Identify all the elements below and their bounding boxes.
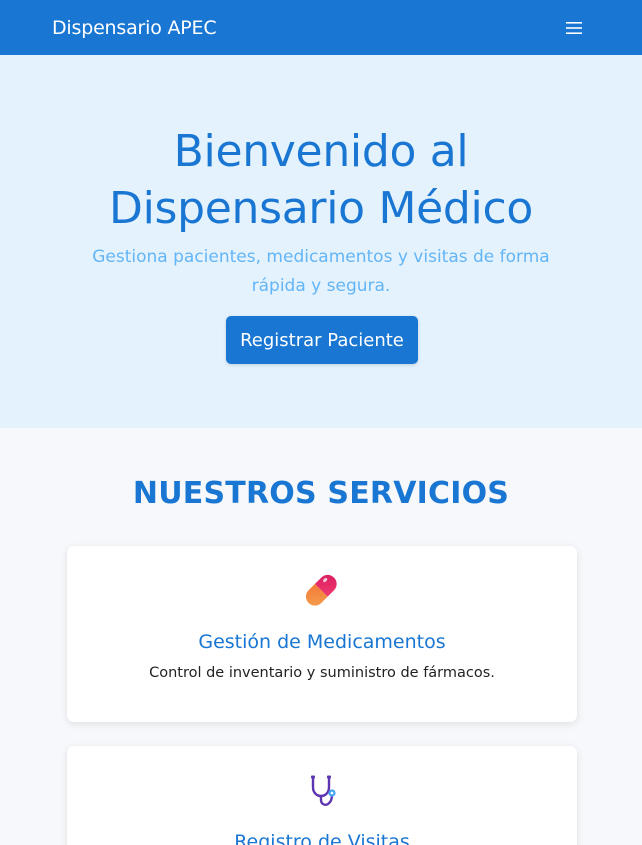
services-heading: NUESTROS SERVICIOS bbox=[132, 476, 510, 511]
service-card-title: Gestión de Medicamentos bbox=[198, 631, 446, 653]
hero-subtitle: Gestiona pacientes, medicamentos y visit… bbox=[92, 247, 550, 296]
register-patient-button[interactable]: Registrar Paciente bbox=[226, 316, 418, 364]
service-card-title: Registro de Visitas bbox=[234, 831, 410, 845]
hero-section: Bienvenido al Dispensario Médico Gestion… bbox=[0, 55, 642, 428]
hero-title-line1: Bienvenido al bbox=[173, 126, 469, 177]
service-card-description: Control de inventario y suministro de fá… bbox=[149, 665, 495, 681]
service-card-visits: Registro de Visitas bbox=[67, 746, 577, 845]
hamburger-menu-icon[interactable] bbox=[562, 16, 586, 40]
stethoscope-icon bbox=[304, 773, 340, 809]
hero-title-line2: Dispensario Médico bbox=[109, 183, 533, 234]
brand-link[interactable]: Dispensario APEC bbox=[52, 17, 217, 39]
hero-title: Bienvenido al Dispensario Médico bbox=[0, 123, 642, 237]
services-section: NUESTROS SERVICIOS Gestión de Medicament… bbox=[0, 428, 642, 845]
top-navbar: Dispensario APEC bbox=[0, 0, 642, 55]
service-card-medications: Gestión de Medicamentos Control de inven… bbox=[67, 546, 577, 722]
pill-icon bbox=[304, 573, 340, 609]
